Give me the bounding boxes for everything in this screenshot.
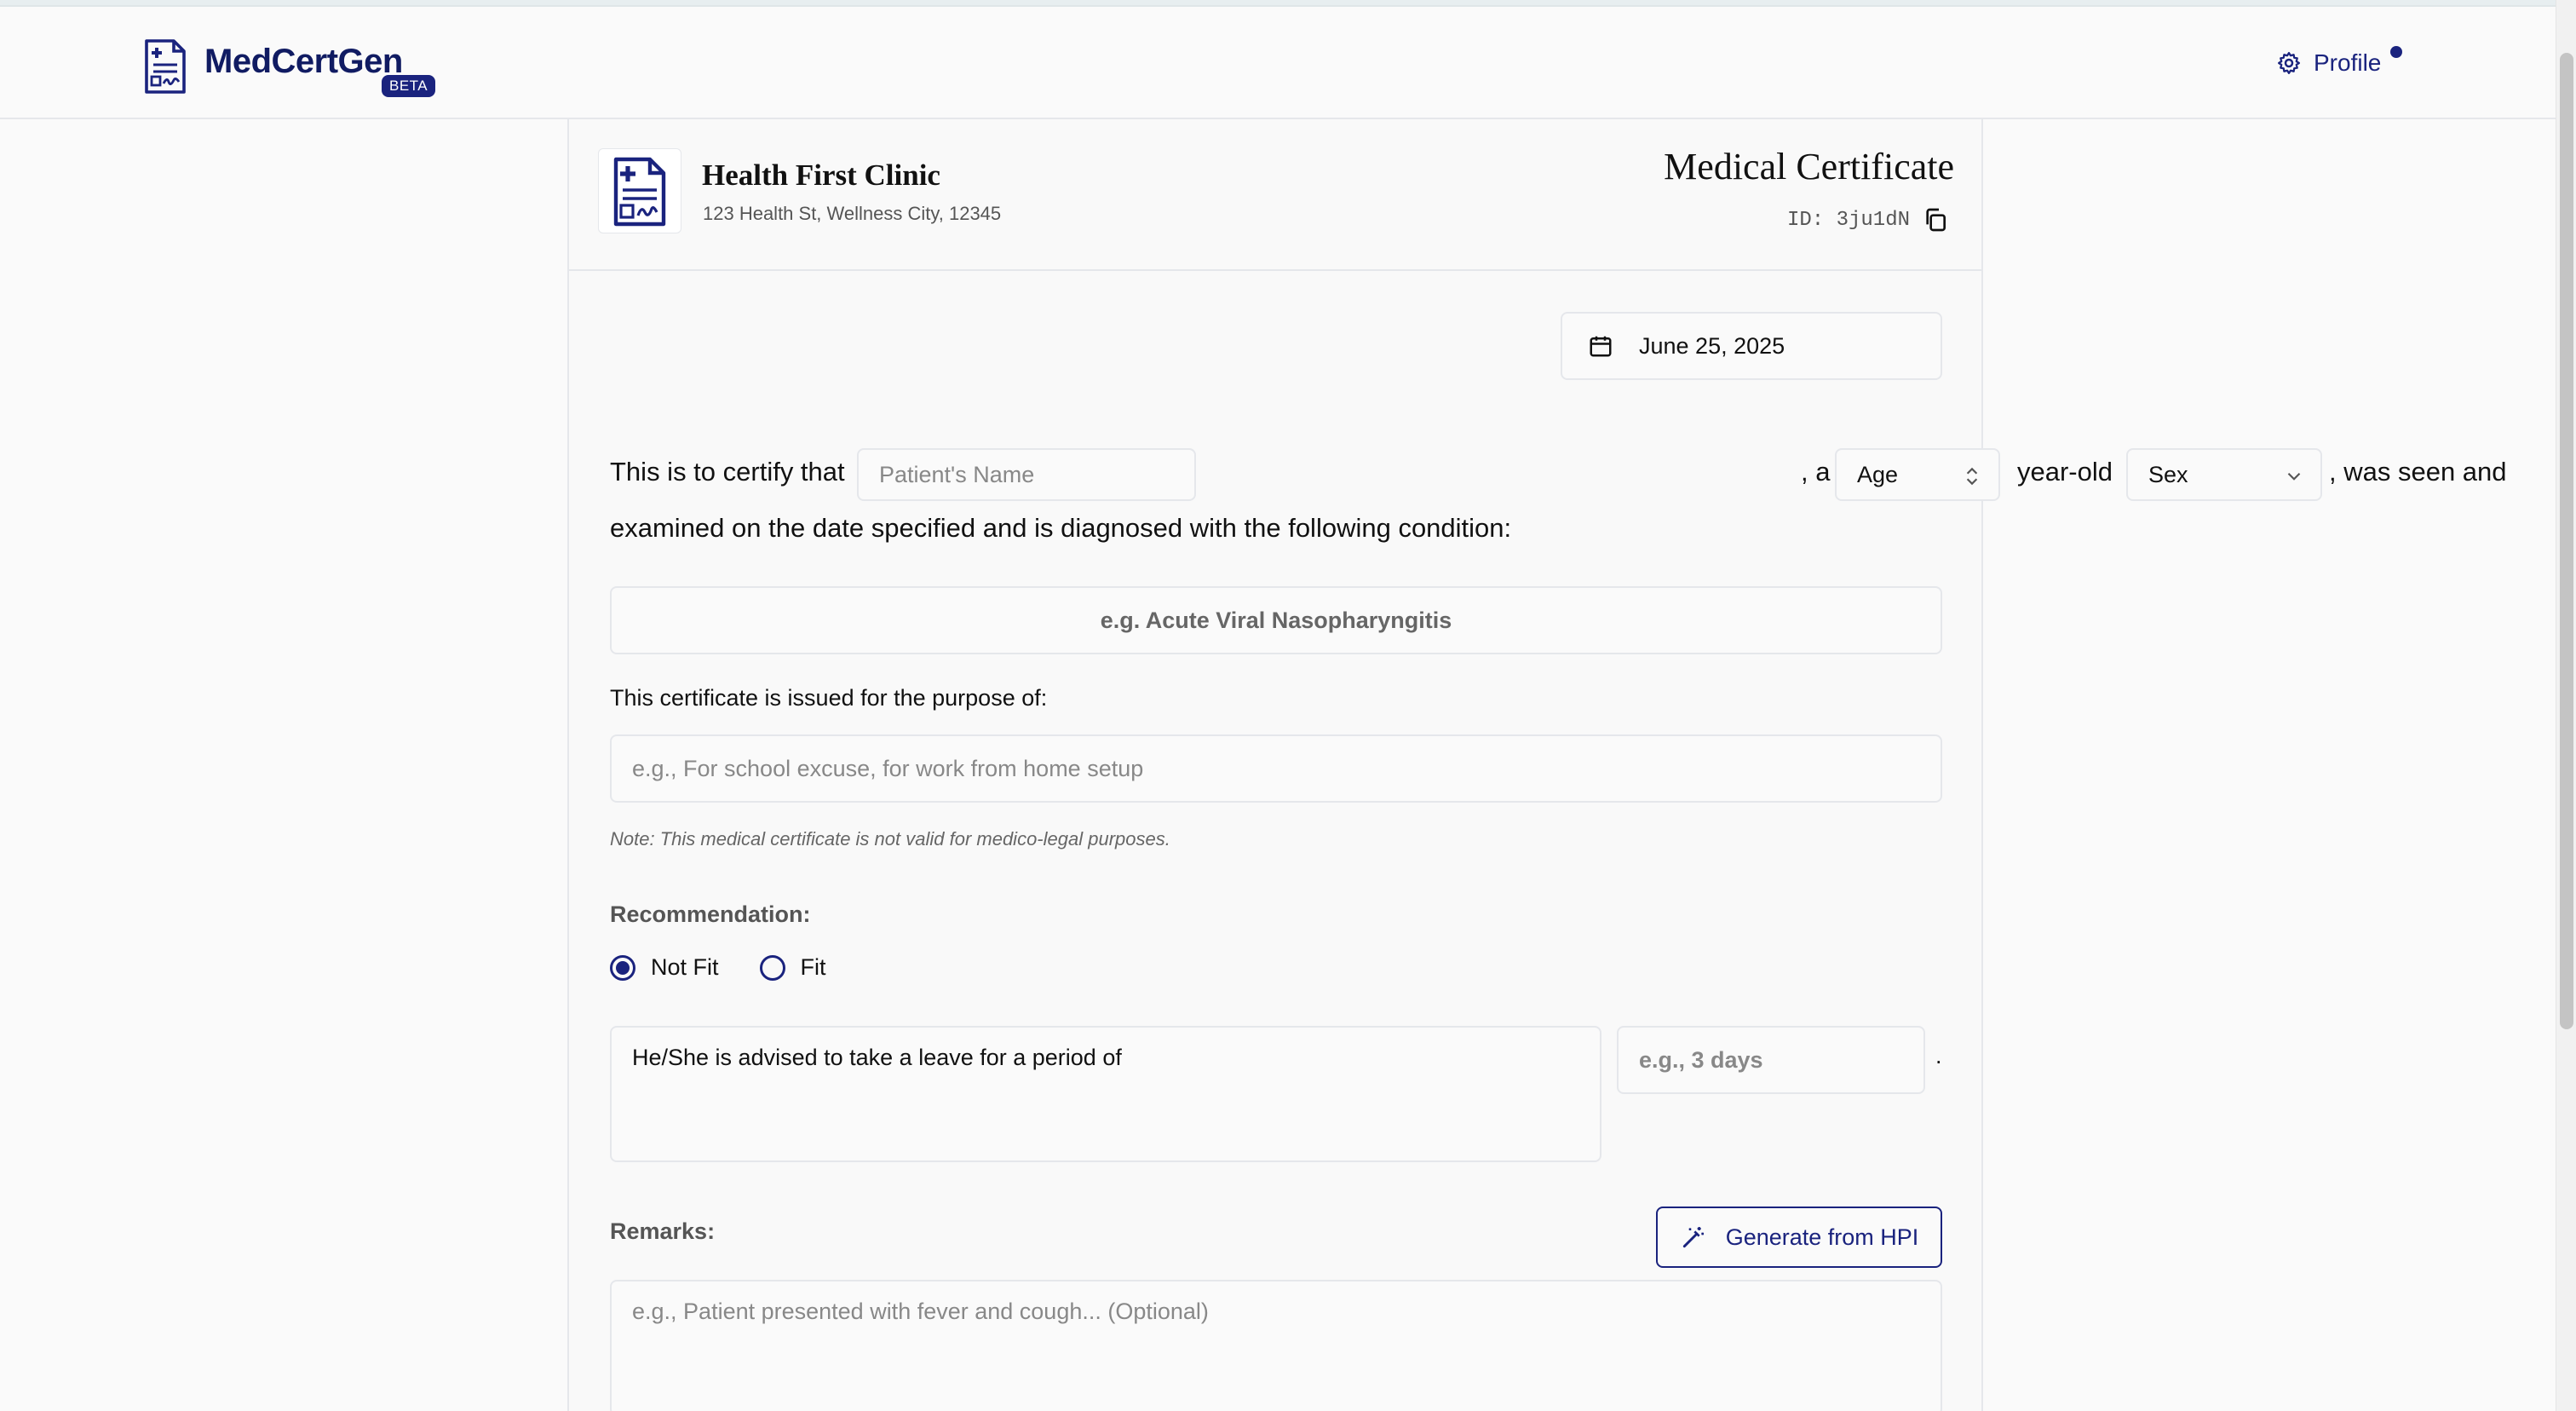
- generate-button-label: Generate from HPI: [1725, 1224, 1919, 1250]
- document-title: Medical Certificate: [1664, 146, 1954, 187]
- generate-from-hpi-button[interactable]: Generate from HPI: [1656, 1207, 1942, 1268]
- document-id-text: ID: 3ju1dN: [1786, 208, 1910, 232]
- profile-button[interactable]: Profile: [2276, 49, 2381, 77]
- app-header: MedCertGen BETA Profile: [0, 7, 2556, 119]
- chevron-up-down-icon: [1966, 467, 1978, 486]
- document-medical-icon: [613, 157, 666, 227]
- not-fit-label[interactable]: Not Fit: [651, 954, 719, 981]
- certify-line-2: examined on the date specified and is di…: [610, 513, 1512, 543]
- leave-period-input[interactable]: e.g., 3 days: [1617, 1026, 1925, 1094]
- document-id: ID: 3ju1dN: [1787, 206, 1949, 233]
- document-medical-icon[interactable]: [143, 39, 187, 94]
- profile-label: Profile: [2314, 49, 2382, 76]
- remarks-textarea[interactable]: e.g., Patient presented with fever and c…: [610, 1280, 1942, 1411]
- diagnosis-input[interactable]: e.g. Acute Viral Nasopharyngitis: [610, 586, 1942, 654]
- magic-wand-icon: [1682, 1227, 1704, 1248]
- age-stepper[interactable]: Age: [1835, 448, 2000, 501]
- browser-top-strip: [0, 0, 2576, 7]
- copy-icon[interactable]: [1922, 206, 1949, 233]
- clinic-logo: [598, 148, 681, 233]
- not-fit-radio[interactable]: [610, 954, 635, 981]
- advice-textarea[interactable]: He/She is advised to take a leave for a …: [610, 1026, 1601, 1162]
- remarks-label: Remarks:: [610, 1218, 716, 1244]
- page-scrollbar[interactable]: [2556, 0, 2576, 1411]
- sex-value: Sex: [2148, 461, 2188, 487]
- patient-name-input[interactable]: Patient's Name: [857, 448, 1196, 501]
- scrollbar-thumb[interactable]: [2560, 53, 2573, 1029]
- fit-label[interactable]: Fit: [801, 954, 826, 981]
- legal-note: Note: This medical certificate is not va…: [610, 828, 1170, 849]
- recommendation-options: Not Fit Fit: [610, 954, 826, 981]
- certificate-header: Health First Clinic 123 Health St, Welln…: [569, 119, 1981, 271]
- age-value: Age: [1857, 461, 1899, 487]
- sex-select[interactable]: Sex: [2126, 448, 2322, 501]
- recommendation-label: Recommendation:: [610, 901, 811, 927]
- certify-prefix: This is to certify that: [610, 457, 845, 487]
- clinic-address: 123 Health St, Wellness City, 12345: [703, 203, 1002, 224]
- fit-radio[interactable]: [759, 954, 785, 981]
- calendar-icon: [1590, 336, 1612, 357]
- beta-badge: BETA: [382, 75, 436, 97]
- period-suffix: .: [1935, 1043, 1942, 1068]
- brand-name[interactable]: MedCertGen: [204, 43, 403, 81]
- purpose-label: This certificate is issued for the purpo…: [610, 685, 1048, 711]
- date-picker[interactable]: June 25, 2025: [1561, 312, 1942, 380]
- date-value: June 25, 2025: [1639, 332, 1785, 359]
- purpose-input[interactable]: e.g., For school excuse, for work from h…: [610, 734, 1942, 803]
- clinic-name: Health First Clinic: [702, 158, 940, 192]
- year-old-text: year-old: [2017, 457, 2113, 487]
- comma-a-text: , a: [1801, 457, 1831, 487]
- chevron-down-icon: [2287, 472, 2301, 481]
- gear-icon: [2278, 52, 2300, 74]
- notification-dot: [2390, 46, 2402, 58]
- certify-suffix: , was seen and: [2329, 457, 2507, 487]
- certificate-card: Health First Clinic 123 Health St, Welln…: [567, 119, 2507, 1411]
